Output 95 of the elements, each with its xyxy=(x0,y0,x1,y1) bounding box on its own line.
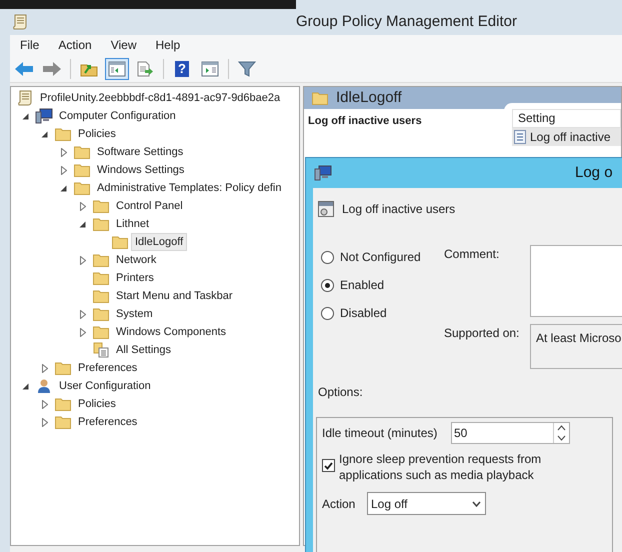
collapsed-arrow-icon[interactable] xyxy=(80,202,86,210)
folder-icon xyxy=(93,307,109,321)
computer-icon xyxy=(35,108,53,124)
tree-item[interactable]: Network xyxy=(112,251,160,269)
expanded-arrow-icon[interactable] xyxy=(22,112,29,120)
action-label: Action xyxy=(322,496,356,512)
export-list-icon xyxy=(136,60,154,76)
folder-icon xyxy=(55,127,71,141)
user-icon xyxy=(36,378,52,394)
expanded-arrow-icon[interactable] xyxy=(22,382,29,390)
folder-icon xyxy=(93,217,109,231)
checkbox-label: Ignore sleep prevention requests from applications such as media playback xyxy=(339,451,542,483)
scroll-icon xyxy=(12,14,28,30)
timeout-spinner[interactable]: 50 xyxy=(451,422,570,444)
list-row[interactable]: Log off inactive xyxy=(512,128,621,146)
folder-icon xyxy=(93,325,109,339)
tree-item[interactable]: Preferences xyxy=(74,413,142,431)
folder-icon xyxy=(74,163,90,177)
tree-item[interactable]: Administrative Templates: Policy defin xyxy=(93,179,286,197)
folder-icon xyxy=(93,271,109,285)
tree-item[interactable]: Preferences xyxy=(74,359,142,377)
timeout-label: Idle timeout (minutes) xyxy=(322,424,438,442)
tree-item[interactable]: System xyxy=(112,305,157,323)
computer-icon xyxy=(314,165,332,181)
chevron-down-icon xyxy=(472,500,481,506)
tree-item[interactable]: Lithnet xyxy=(112,215,154,233)
tree-item[interactable]: IdleLogoff xyxy=(131,233,188,251)
collapsed-arrow-icon[interactable] xyxy=(60,166,66,174)
tree-item[interactable]: User Configuration xyxy=(55,377,155,395)
folder-icon xyxy=(55,415,71,429)
details-title: IdleLogoff xyxy=(336,88,402,108)
filter-icon xyxy=(238,60,256,76)
radio-button[interactable] xyxy=(321,250,334,264)
radio-option[interactable]: Enabled xyxy=(321,276,444,294)
back-arrow-icon xyxy=(14,60,34,76)
folder-icon xyxy=(55,361,71,375)
collapsed-arrow-icon[interactable] xyxy=(42,418,48,426)
tree-item[interactable]: Printers xyxy=(112,269,158,287)
supported-field: At least Microso xyxy=(530,324,622,369)
tree-item[interactable]: Policies xyxy=(74,125,120,143)
tree-item[interactable]: Windows Settings xyxy=(93,161,188,179)
supported-label: Supported on: xyxy=(444,325,520,342)
check-icon xyxy=(324,462,333,470)
action-dropdown[interactable]: Log off xyxy=(367,492,486,515)
policy-icon xyxy=(318,201,334,217)
tree-item[interactable]: Control Panel xyxy=(112,197,187,215)
checkbox[interactable] xyxy=(322,459,335,472)
collapsed-arrow-icon[interactable] xyxy=(60,148,66,156)
policy-name: Log off inactive users xyxy=(342,201,456,218)
collapsed-arrow-icon[interactable] xyxy=(42,364,48,372)
toolbar-button[interactable] xyxy=(105,58,129,80)
menu-item[interactable]: View xyxy=(102,36,144,54)
tree-item[interactable]: Windows Components xyxy=(112,323,230,341)
forward-arrow-icon xyxy=(42,60,62,76)
folder-icon xyxy=(55,397,71,411)
settings-list-icon xyxy=(93,342,109,358)
options-label: Options: xyxy=(318,384,364,401)
setting-title: Log off inactive users xyxy=(307,114,423,129)
expanded-arrow-icon[interactable] xyxy=(60,184,67,192)
comment-label: Comment: xyxy=(444,246,500,263)
column-header[interactable]: Setting xyxy=(512,109,621,128)
help-icon: ? xyxy=(175,60,189,76)
radio-button[interactable] xyxy=(321,306,334,320)
folder-icon xyxy=(93,253,109,267)
console-tree-icon xyxy=(108,60,126,76)
radio-button[interactable] xyxy=(321,278,334,292)
folder-icon xyxy=(74,145,90,159)
scroll-icon xyxy=(17,90,33,106)
menu-item[interactable]: File xyxy=(12,36,48,54)
collapsed-arrow-icon[interactable] xyxy=(42,400,48,408)
collapsed-arrow-icon[interactable] xyxy=(80,328,86,336)
action-pane-icon xyxy=(201,60,219,76)
menu-item[interactable]: Help xyxy=(148,36,188,54)
radio-option[interactable]: Not Configured xyxy=(321,248,444,266)
tree-item[interactable]: Policies xyxy=(74,395,120,413)
tree-item[interactable]: Start Menu and Taskbar xyxy=(112,287,237,305)
expanded-arrow-icon[interactable] xyxy=(79,220,86,228)
tree-item[interactable]: Software Settings xyxy=(93,143,188,161)
setting-icon xyxy=(514,130,526,144)
collapsed-arrow-icon[interactable] xyxy=(80,256,86,264)
tree-item[interactable]: Computer Configuration xyxy=(55,107,180,125)
comment-field[interactable] xyxy=(530,245,622,317)
folder-icon xyxy=(93,289,109,303)
collapsed-arrow-icon[interactable] xyxy=(80,310,86,318)
expanded-arrow-icon[interactable] xyxy=(41,130,48,138)
folder-icon xyxy=(93,199,109,213)
folder-icon xyxy=(74,181,90,195)
dialog-title: Log o xyxy=(575,162,613,183)
radio-option[interactable]: Disabled xyxy=(321,304,444,322)
tree-item[interactable]: All Settings xyxy=(112,341,176,359)
window-title: Group Policy Management Editor xyxy=(296,12,517,32)
folder-icon xyxy=(112,235,128,249)
tree-item[interactable]: ProfileUnity.2eebbbdf-c8d1-4891-ac97-9d6bae2a xyxy=(36,89,284,107)
menu-item[interactable]: Action xyxy=(50,36,100,54)
folder-icon xyxy=(312,91,328,105)
